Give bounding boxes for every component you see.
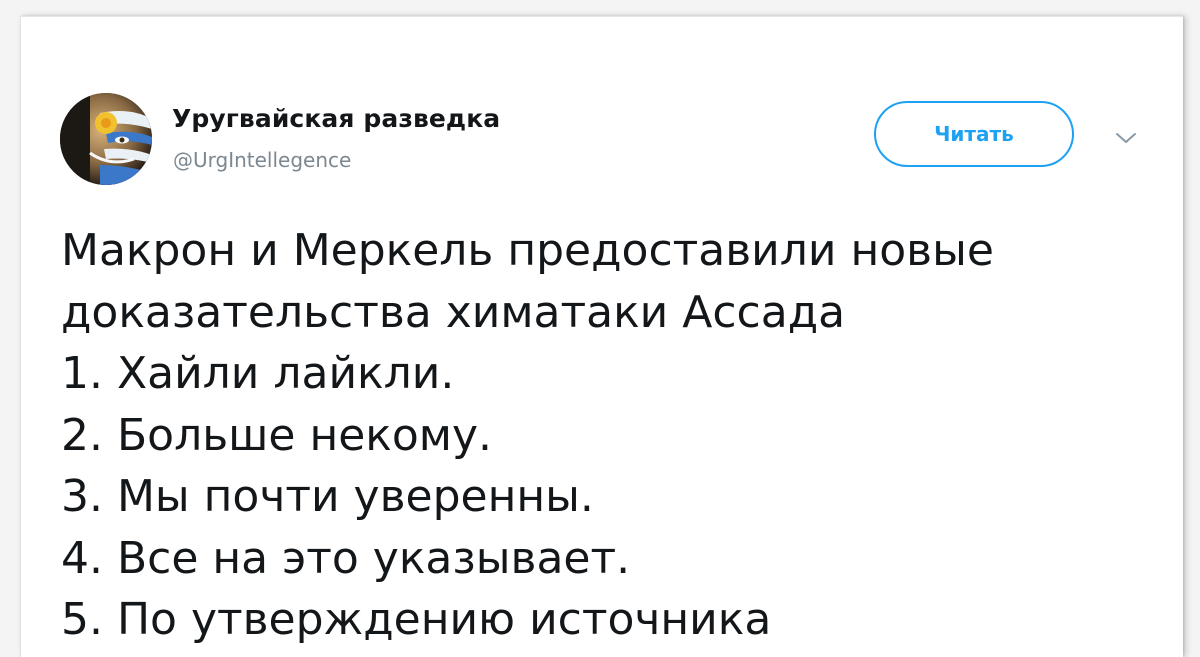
follow-button[interactable]: Читать <box>874 101 1074 167</box>
tweet-line: 1. Хайли лайкли. <box>61 348 455 399</box>
tweet-line: 3. Мы почти уверенны. <box>61 471 594 522</box>
user-handle[interactable]: @UrgIntellegence <box>173 148 351 172</box>
chevron-down-icon[interactable] <box>1114 130 1138 146</box>
tweet-line: 5. По утверждению источника <box>61 594 772 645</box>
tweet-line: 4. Все на это указывает. <box>61 532 631 584</box>
avatar[interactable] <box>60 93 152 185</box>
display-name[interactable]: Уругвайская разведка <box>172 104 500 133</box>
tweet-text: Макрон и Меркель предоставили новые дока… <box>61 220 1141 651</box>
tweet-line: 2. Больше некому. <box>61 409 492 461</box>
tweet-line: доказательства химатаки Ассада <box>61 286 846 338</box>
tweet-line: Макрон и Меркель предоставили новые <box>61 225 994 276</box>
avatar-image <box>60 93 152 185</box>
